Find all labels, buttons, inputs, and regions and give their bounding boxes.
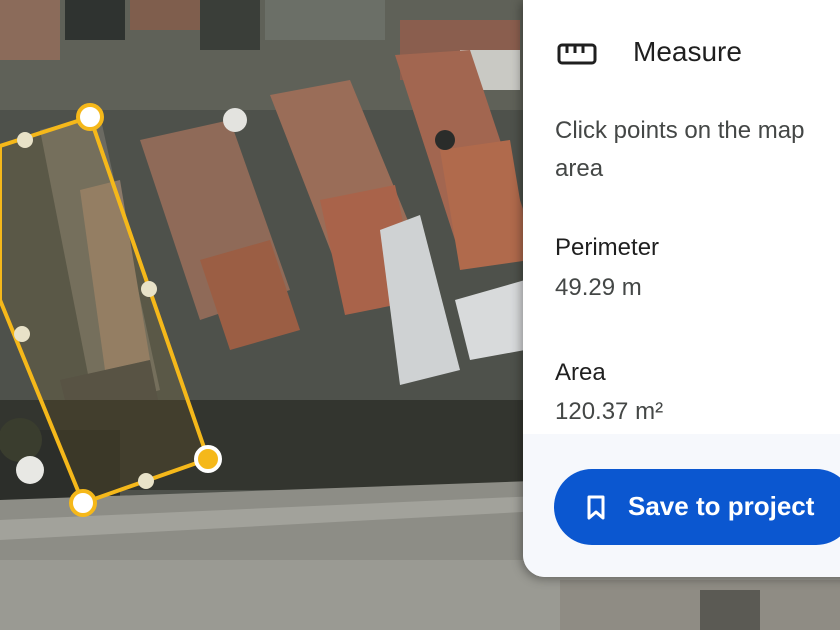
midpoint-handle[interactable]	[14, 326, 30, 342]
midpoint-handle[interactable]	[138, 473, 154, 489]
area-value: 120.37 m²	[555, 398, 664, 425]
perimeter-label: Perimeter	[555, 234, 660, 261]
active-vertex-handle[interactable]	[194, 445, 222, 473]
midpoint-handle[interactable]	[17, 132, 33, 148]
measure-panel-body: Measure Click points on the map area Per…	[523, 0, 840, 434]
area-label: Area	[555, 359, 606, 386]
panel-title: Measure	[633, 36, 742, 67]
perimeter-value: 49.29 m	[555, 274, 642, 301]
instruction-text: Click points on the map area	[555, 112, 840, 188]
measure-panel: Measure Click points on the map area Per…	[523, 0, 840, 577]
save-button-label: Save to project	[628, 491, 815, 521]
vertex-handle[interactable]	[76, 103, 104, 131]
save-to-project-button[interactable]: Save to project	[554, 469, 840, 545]
vertex-handle[interactable]	[69, 489, 97, 517]
bookmark-icon	[587, 495, 605, 520]
ruler-icon	[557, 43, 597, 65]
instruction-line-1: Click points on the map	[555, 117, 805, 144]
midpoint-handle[interactable]	[141, 281, 157, 297]
instruction-line-2: area	[555, 155, 604, 182]
